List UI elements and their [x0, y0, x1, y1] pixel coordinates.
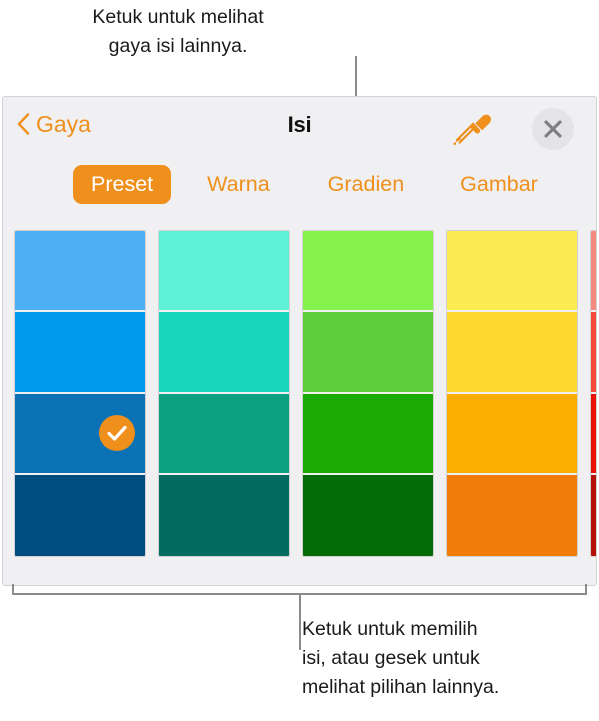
callout-leader-line-bottom: [299, 594, 301, 650]
swatch-teal-3[interactable]: [159, 393, 289, 475]
swatch-column-blue[interactable]: [14, 230, 146, 557]
swatch-yellow-orange-2[interactable]: [447, 312, 577, 394]
swatch-blue-4[interactable]: [15, 474, 145, 556]
tab-warna[interactable]: Warna: [189, 165, 288, 204]
swatch-yellow-orange-3[interactable]: [447, 393, 577, 475]
swatch-red-2[interactable]: [591, 312, 596, 394]
swatch-green-1[interactable]: [303, 231, 433, 313]
swatch-red-1[interactable]: [591, 231, 596, 313]
callout-bracket-bottom-tick-left: [12, 584, 14, 595]
tab-preset[interactable]: Preset: [73, 164, 172, 204]
swatch-green-2[interactable]: [303, 312, 433, 394]
swatch-teal-1[interactable]: [159, 231, 289, 313]
swatch-blue-1[interactable]: [15, 231, 145, 313]
tab-gambar[interactable]: Gambar: [442, 165, 556, 204]
fill-style-popover: Gaya Isi Preset Warna Gradien Gambar: [2, 96, 597, 586]
swatch-teal-4[interactable]: [159, 474, 289, 556]
swatch-yellow-orange-4[interactable]: [447, 474, 577, 556]
popover-header: Gaya Isi: [3, 97, 596, 159]
swatch-column-yellow-orange[interactable]: [446, 230, 578, 557]
swatch-blue-3[interactable]: [15, 393, 145, 475]
swatch-teal-2[interactable]: [159, 312, 289, 394]
tab-gradien[interactable]: Gradien: [310, 165, 423, 204]
swatch-column-green[interactable]: [302, 230, 434, 557]
eyedropper-icon: [451, 114, 493, 151]
swatch-red-4[interactable]: [591, 474, 596, 556]
fill-type-tabs: Preset Warna Gradien Gambar: [3, 157, 596, 211]
checkmark-icon: [99, 415, 135, 452]
close-button[interactable]: [532, 108, 574, 150]
callout-text-bottom: Ketuk untuk memilih isi, atau gesek untu…: [302, 618, 500, 698]
callout-bracket-bottom-tick-right: [585, 584, 587, 595]
swatch-red-3[interactable]: [591, 393, 596, 475]
close-icon: [532, 108, 574, 150]
callout-text-top: Ketuk untuk melihat gaya isi lainnya.: [92, 6, 264, 57]
swatch-column-red[interactable]: [590, 230, 596, 557]
eyedropper-button[interactable]: [451, 111, 493, 147]
swatch-yellow-orange-1[interactable]: [447, 231, 577, 313]
swatch-green-4[interactable]: [303, 474, 433, 556]
swatch-column-teal[interactable]: [158, 230, 290, 557]
swatch-blue-2[interactable]: [15, 312, 145, 394]
swatch-green-3[interactable]: [303, 393, 433, 475]
preset-swatch-grid[interactable]: [3, 222, 596, 567]
page-title: Isi: [287, 112, 312, 137]
